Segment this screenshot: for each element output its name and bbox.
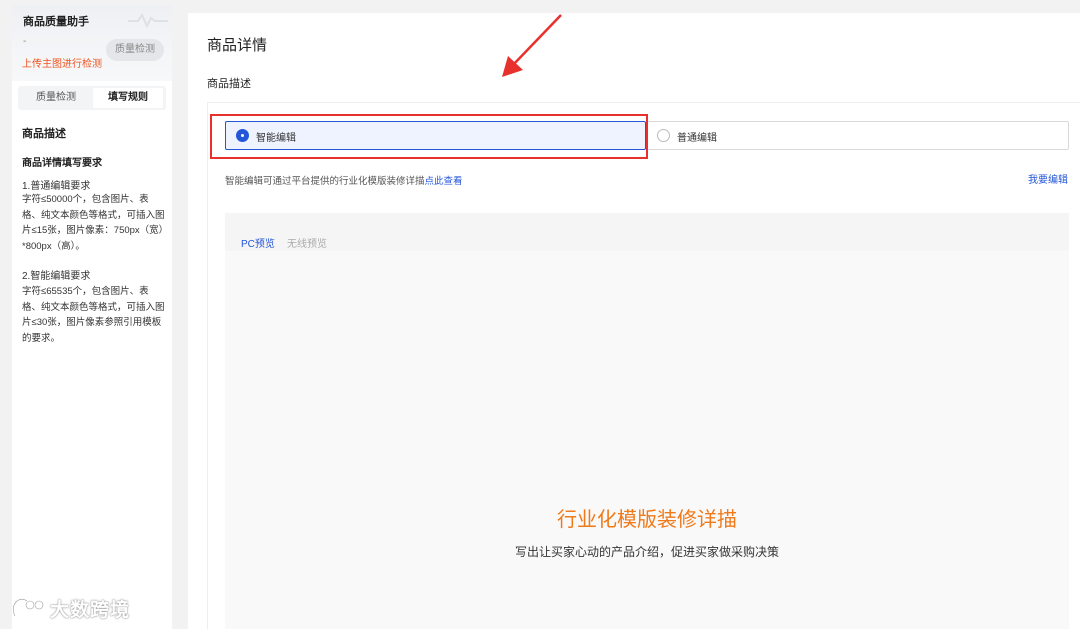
upload-tip: 上传主图进行检测 xyxy=(22,59,102,70)
hero-title: 行业化模版装修详描 xyxy=(557,509,737,531)
tab-quality-check[interactable]: 质量检测 xyxy=(21,88,91,108)
score-placeholder: - xyxy=(23,36,27,47)
radio-unselected-icon[interactable] xyxy=(657,129,670,142)
rules-subtitle: 商品详情填写要求 xyxy=(22,158,102,169)
watermark: 大数跨境 xyxy=(10,595,130,621)
view-link[interactable]: 点此查看 xyxy=(425,176,463,187)
quality-assistant-panel: 商品质量助手 - 质量检测 上传主图进行检测 质量检测 填写规则 商品描述 商品… xyxy=(12,5,172,629)
tab-mobile-preview[interactable]: 无线预览 xyxy=(287,235,327,250)
assistant-header: 商品质量助手 - 质量检测 上传主图进行检测 xyxy=(12,5,172,81)
pulse-icon xyxy=(128,12,168,29)
watermark-logo-icon xyxy=(12,598,45,617)
highlight-box xyxy=(210,114,648,159)
info-text-body: 智能编辑可通过平台提供的行业化模版装修详描 xyxy=(225,176,425,187)
rule-2-title: 2.智能编辑要求 xyxy=(22,271,91,282)
rule-2-text: 字符≤65535个，包含图片、表格、纯文本颜色等格式，可插入图片≤30张，图片像… xyxy=(22,286,165,344)
hero-subtitle: 写出让买家心动的产品介绍，促进买家做采购决策 xyxy=(514,545,779,559)
assistant-title: 商品质量助手 xyxy=(23,16,89,28)
page-title: 商品详情 xyxy=(207,37,268,54)
arrow-icon xyxy=(502,14,562,77)
tab-fill-rules[interactable]: 填写规则 xyxy=(93,88,163,108)
tab-pc-preview[interactable]: PC预览 xyxy=(238,235,278,254)
normal-edit-label: 普通编辑 xyxy=(677,133,717,144)
edit-link[interactable]: 我要编辑 xyxy=(1028,171,1068,186)
assistant-tabs: 质量检测 填写规则 xyxy=(18,86,166,110)
rule-1-title: 1.普通编辑要求 xyxy=(22,181,91,192)
quality-check-button[interactable]: 质量检测 xyxy=(106,39,164,61)
watermark-text: 大数跨境 xyxy=(50,599,131,621)
preview-canvas xyxy=(225,251,1069,629)
product-detail-panel: 商品详情 商品描述 智能编辑 普通编辑 智能编辑可通过平台提供的行业化模版装修详… xyxy=(188,13,1080,629)
normal-edit-option[interactable]: 普通编辑 xyxy=(646,121,1069,150)
rules-title: 商品描述 xyxy=(22,128,66,140)
section-title: 商品描述 xyxy=(207,78,251,90)
rule-1-text: 字符≤50000个，包含图片、表格、纯文本颜色等格式，可插入图片≤15张，图片像… xyxy=(22,194,165,252)
preview-area: PC预览 无线预览 行业化模版装修详描 写出让买家心动的产品介绍，促进买家做采购… xyxy=(225,213,1069,629)
info-text: 智能编辑可通过平台提供的行业化模版装修详描点此查看 xyxy=(225,173,463,187)
